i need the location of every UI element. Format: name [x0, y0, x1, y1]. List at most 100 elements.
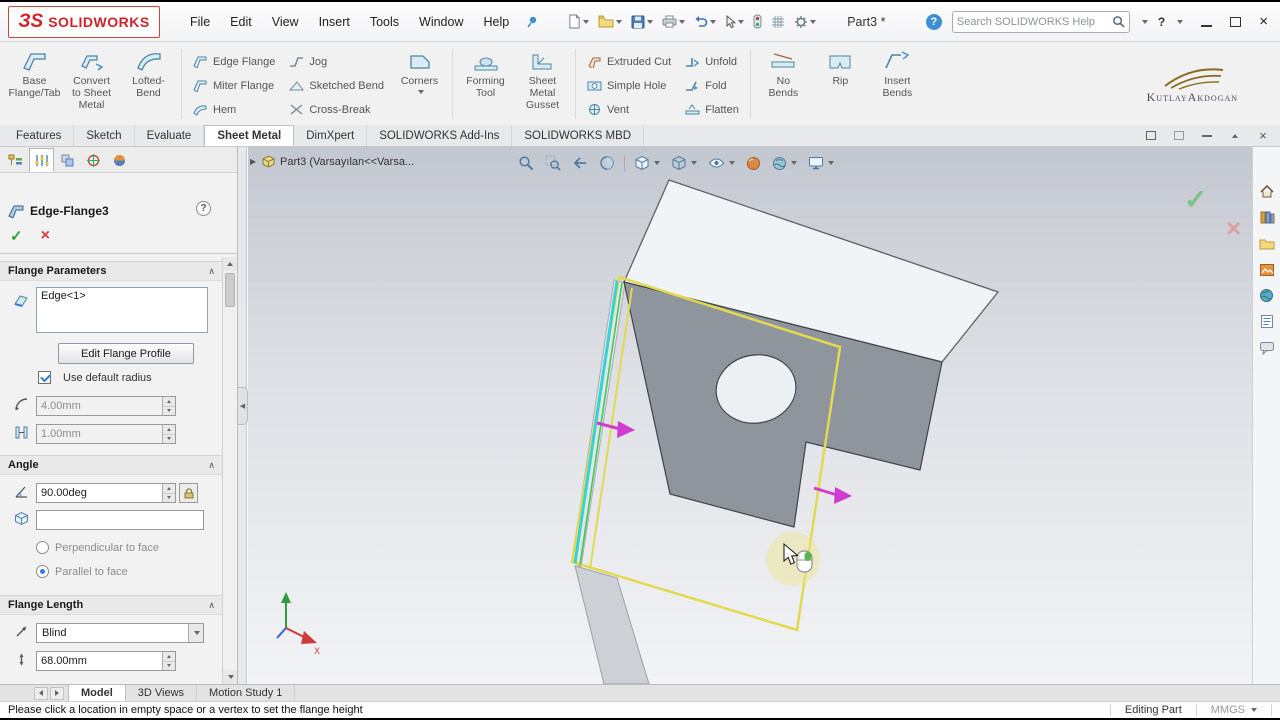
tab-features[interactable]: Features	[4, 125, 75, 146]
reference-face-input[interactable]	[37, 514, 203, 526]
extruded-cut-button[interactable]: Extruded Cut	[580, 51, 678, 72]
search-input[interactable]	[956, 15, 1112, 28]
flange-angle-input[interactable]	[37, 487, 162, 499]
panel-float-icon[interactable]	[1172, 130, 1186, 142]
select-cursor-icon[interactable]	[722, 12, 747, 32]
no-bends-button[interactable]: No Bends	[755, 45, 812, 123]
cancel-button[interactable]: ×	[41, 227, 50, 245]
help-circle-icon[interactable]: ?	[925, 13, 942, 30]
open-icon[interactable]	[595, 12, 625, 31]
menu-help[interactable]: Help	[474, 10, 520, 34]
scroll-down-icon[interactable]	[223, 670, 237, 684]
menu-pin-icon[interactable]	[523, 13, 541, 31]
new-document-icon[interactable]	[565, 11, 592, 32]
collapse-chevron-icon[interactable]: ∧	[208, 266, 215, 277]
section-view-icon[interactable]	[597, 153, 617, 173]
tab-dimxpert[interactable]: DimXpert	[294, 125, 368, 146]
bend-radius-input[interactable]	[37, 400, 162, 412]
sketch-grid-icon[interactable]	[768, 12, 788, 32]
flange-length-input[interactable]	[37, 655, 162, 667]
featuremanager-tree-icon[interactable]	[3, 148, 28, 172]
zoom-area-icon[interactable]	[543, 153, 563, 173]
section-flange-parameters[interactable]: Flange Parameters ∧	[0, 261, 223, 281]
print-icon[interactable]	[659, 12, 688, 31]
spin-up-icon[interactable]	[163, 484, 175, 493]
gap-distance-field[interactable]	[36, 424, 176, 444]
spin-down-icon[interactable]	[163, 660, 175, 670]
tab-3d-views[interactable]: 3D Views	[126, 685, 198, 701]
tab-solidworks-add-ins[interactable]: SOLIDWORKS Add-Ins	[367, 125, 513, 146]
edge-selection-listbox[interactable]: Edge<1>	[36, 287, 208, 333]
tab-sheet-metal[interactable]: Sheet Metal	[204, 125, 295, 146]
spin-down-icon[interactable]	[163, 405, 175, 415]
reference-face-field[interactable]	[36, 510, 204, 530]
undo-icon[interactable]	[691, 12, 719, 31]
panel-collapse-icon[interactable]	[1228, 130, 1242, 142]
save-icon[interactable]	[628, 12, 656, 32]
viewport-document-label[interactable]: Part3 (Varsayılan<<Varsa...	[262, 155, 414, 168]
jog-button[interactable]: Jog	[282, 51, 391, 72]
collapse-chevron-icon[interactable]: ∧	[208, 600, 215, 611]
scroll-up-icon[interactable]	[223, 257, 237, 271]
end-condition-dropdown[interactable]: Blind	[36, 623, 204, 643]
panel-collapse-handle[interactable]: ◀	[238, 387, 248, 425]
search-caret-icon[interactable]	[1141, 19, 1148, 24]
insert-bends-button[interactable]: Insert Bends	[869, 45, 926, 123]
spin-up-icon[interactable]	[163, 652, 175, 661]
convert-to-sheet-metal-button[interactable]: Convert to Sheet Metal	[63, 45, 120, 123]
gap-distance-input[interactable]	[37, 428, 162, 440]
menu-insert[interactable]: Insert	[309, 10, 360, 34]
configurationmanager-icon[interactable]	[55, 148, 80, 172]
spin-up-icon[interactable]	[163, 397, 175, 406]
flange-angle-field[interactable]	[36, 483, 176, 503]
parallel-radio[interactable]	[36, 565, 49, 578]
hide-show-items-icon[interactable]	[706, 154, 737, 172]
display-style-icon[interactable]	[669, 153, 699, 173]
collapse-chevron-icon[interactable]: ∧	[208, 460, 215, 471]
lofted-bend-button[interactable]: Lofted-Bend	[120, 45, 177, 123]
view-palette-icon[interactable]	[1258, 261, 1276, 278]
edit-flange-profile-button[interactable]: Edit Flange Profile	[58, 343, 194, 364]
angle-lock-icon[interactable]	[179, 483, 198, 503]
forming-tool-button[interactable]: Forming Tool	[457, 45, 514, 123]
minimize-button[interactable]	[1201, 24, 1213, 27]
section-angle[interactable]: Angle ∧	[0, 455, 223, 475]
flatten-button[interactable]: Flatten	[678, 99, 746, 120]
lower-flange-strip[interactable]	[574, 565, 650, 684]
home-icon[interactable]	[1258, 183, 1276, 200]
sheet-metal-gusset-button[interactable]: Sheet Metal Gusset	[514, 45, 571, 123]
custom-properties-icon[interactable]	[1258, 313, 1276, 330]
menu-view[interactable]: View	[262, 10, 309, 34]
menu-edit[interactable]: Edit	[220, 10, 262, 34]
sketched-bend-button[interactable]: Sketched Bend	[282, 75, 391, 96]
help-menu-icon[interactable]: ?	[1158, 15, 1165, 29]
direction-arrow-right[interactable]	[813, 486, 852, 504]
perpendicular-radio[interactable]	[36, 541, 49, 554]
use-default-radius-checkbox[interactable]	[38, 371, 51, 384]
close-button[interactable]: ×	[1259, 14, 1268, 29]
menu-tools[interactable]: Tools	[360, 10, 409, 34]
dropdown-caret-icon[interactable]	[188, 624, 203, 642]
confirm-cancel-overlay[interactable]: ×	[1226, 213, 1241, 244]
flange-length-field[interactable]	[36, 651, 176, 671]
unfold-button[interactable]: Unfold	[678, 51, 746, 72]
maximize-button[interactable]	[1230, 16, 1242, 27]
displaymanager-icon[interactable]	[107, 148, 132, 172]
file-explorer-icon[interactable]	[1258, 235, 1276, 252]
cross-break-button[interactable]: Cross-Break	[282, 99, 391, 120]
graphics-viewport[interactable]: X ▶ Part3 (Varsayılan<<Varsa... ✓ ×	[248, 147, 1252, 684]
miter-flange-button[interactable]: Miter Flange	[186, 75, 282, 96]
dimxpertmanager-icon[interactable]	[81, 148, 106, 172]
tab-scroll-left-icon[interactable]	[34, 686, 48, 700]
base-flange-tab-button[interactable]: Base Flange/Tab	[6, 45, 63, 123]
options-gear-icon[interactable]	[791, 12, 819, 32]
menu-window[interactable]: Window	[409, 10, 473, 34]
rebuild-icon[interactable]	[750, 11, 765, 32]
vent-button[interactable]: Vent	[580, 99, 678, 120]
tab-evaluate[interactable]: Evaluate	[135, 125, 205, 146]
search-box[interactable]	[951, 10, 1130, 33]
view-orientation-icon[interactable]	[632, 153, 662, 173]
panel-close-icon[interactable]: ×	[1256, 128, 1270, 143]
panel-minimize-icon[interactable]	[1200, 130, 1214, 142]
help-caret-icon[interactable]	[1177, 19, 1184, 24]
